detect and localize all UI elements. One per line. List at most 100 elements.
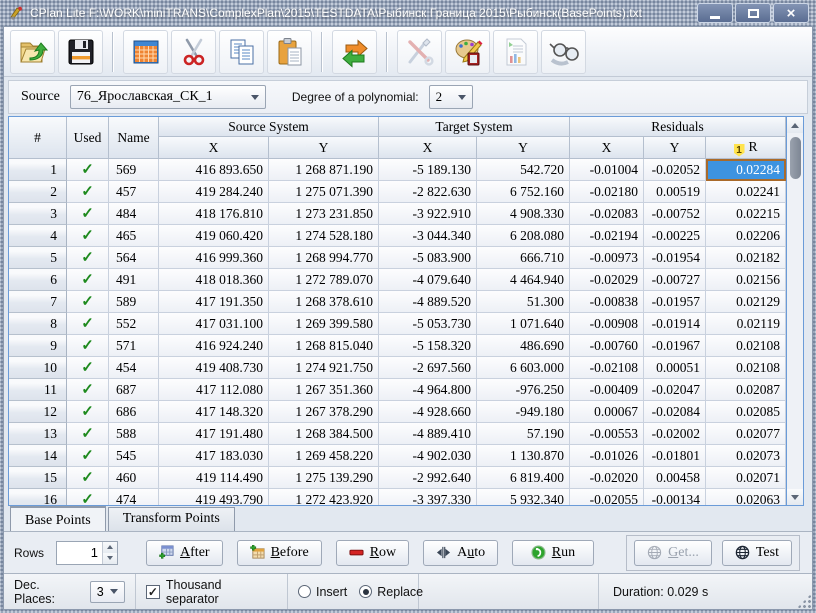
cell-sy[interactable]: 1 268 378.610	[269, 291, 379, 313]
cell-name[interactable]: 460	[109, 467, 159, 489]
cell-name[interactable]: 545	[109, 445, 159, 467]
cell-sy[interactable]: 1 275 139.290	[269, 467, 379, 489]
col-header-source-y[interactable]: Y	[269, 137, 379, 159]
cell-tx[interactable]: -4 964.800	[379, 379, 477, 401]
get-button[interactable]: Get...	[634, 540, 712, 566]
copy-button[interactable]	[219, 30, 264, 74]
insert-before-button[interactable]: Before	[237, 540, 322, 566]
rows-increment-button[interactable]	[103, 542, 117, 553]
table-row[interactable]: 13✓588417 191.4801 268 384.500-4 889.410…	[9, 423, 786, 445]
table-row[interactable]: 14✓545417 183.0301 269 458.220-4 902.030…	[9, 445, 786, 467]
used-check-cell[interactable]: ✓	[67, 357, 109, 379]
cell-sy[interactable]: 1 275 071.390	[269, 181, 379, 203]
cell-name[interactable]: 491	[109, 269, 159, 291]
used-check-cell[interactable]: ✓	[67, 489, 109, 506]
cell-name[interactable]: 569	[109, 159, 159, 181]
open-button[interactable]	[10, 30, 55, 74]
table-row[interactable]: 8✓552417 031.1001 269 399.580-5 053.7301…	[9, 313, 786, 335]
table-row[interactable]: 7✓589417 191.3501 268 378.610-4 889.5205…	[9, 291, 786, 313]
cell-num[interactable]: 16	[9, 489, 67, 506]
used-check-cell[interactable]: ✓	[67, 203, 109, 225]
cell-ry[interactable]: 0.00051	[644, 357, 706, 379]
used-check-cell[interactable]: ✓	[67, 247, 109, 269]
cell-name[interactable]: 687	[109, 379, 159, 401]
cell-rx[interactable]: -0.00973	[570, 247, 644, 269]
cell-name[interactable]: 457	[109, 181, 159, 203]
glasses-button[interactable]	[541, 30, 586, 74]
cell-ty[interactable]: 486.690	[477, 335, 570, 357]
cell-sx[interactable]: 417 191.480	[159, 423, 269, 445]
save-button[interactable]	[58, 30, 103, 74]
cell-name[interactable]: 564	[109, 247, 159, 269]
cell-sx[interactable]: 417 183.030	[159, 445, 269, 467]
table-button[interactable]	[123, 30, 168, 74]
cell-sx[interactable]: 417 031.100	[159, 313, 269, 335]
cell-name[interactable]: 571	[109, 335, 159, 357]
cell-r[interactable]: 0.02206	[706, 225, 786, 247]
cell-r[interactable]: 0.02085	[706, 401, 786, 423]
cell-rx[interactable]: -0.00553	[570, 423, 644, 445]
col-header-name[interactable]: Name	[109, 117, 159, 159]
auto-button[interactable]: Auto	[423, 540, 498, 566]
used-check-cell[interactable]: ✓	[67, 445, 109, 467]
used-check-cell[interactable]: ✓	[67, 423, 109, 445]
cell-sx[interactable]: 419 493.790	[159, 489, 269, 506]
tab-transform-points[interactable]: Transform Points	[108, 507, 235, 531]
table-row[interactable]: 15✓460419 114.4901 275 139.290-2 992.640…	[9, 467, 786, 489]
cell-ry[interactable]: -0.01957	[644, 291, 706, 313]
cell-tx[interactable]: -3 922.910	[379, 203, 477, 225]
cell-sy[interactable]: 1 274 921.750	[269, 357, 379, 379]
cell-name[interactable]: 484	[109, 203, 159, 225]
used-check-cell[interactable]: ✓	[67, 313, 109, 335]
cell-sx[interactable]: 416 999.360	[159, 247, 269, 269]
cell-rx[interactable]: -0.02108	[570, 357, 644, 379]
col-header-used[interactable]: Used	[67, 117, 109, 159]
cell-name[interactable]: 465	[109, 225, 159, 247]
cell-name[interactable]: 589	[109, 291, 159, 313]
cell-rx[interactable]: -0.02020	[570, 467, 644, 489]
cell-name[interactable]: 552	[109, 313, 159, 335]
thousand-separator-checkbox[interactable]: ✓	[146, 585, 160, 599]
cell-tx[interactable]: -4 079.640	[379, 269, 477, 291]
cell-sx[interactable]: 419 408.730	[159, 357, 269, 379]
run-button[interactable]: Run	[512, 540, 594, 566]
replace-radio[interactable]	[359, 585, 372, 598]
cell-ty[interactable]: 6 752.160	[477, 181, 570, 203]
cell-tx[interactable]: -3 397.330	[379, 489, 477, 506]
minimize-button[interactable]	[697, 3, 733, 23]
col-header-target-x[interactable]: X	[379, 137, 477, 159]
used-check-cell[interactable]: ✓	[67, 159, 109, 181]
cell-ry[interactable]: 0.00458	[644, 467, 706, 489]
cell-tx[interactable]: -4 889.520	[379, 291, 477, 313]
cell-num[interactable]: 8	[9, 313, 67, 335]
col-header-resid-x[interactable]: X	[570, 137, 644, 159]
cell-sx[interactable]: 418 018.360	[159, 269, 269, 291]
cell-sy[interactable]: 1 269 458.220	[269, 445, 379, 467]
cell-ry[interactable]: -0.00134	[644, 489, 706, 506]
cell-sx[interactable]: 419 284.240	[159, 181, 269, 203]
cell-r[interactable]: 0.02073	[706, 445, 786, 467]
cell-rx[interactable]: -0.02083	[570, 203, 644, 225]
cell-tx[interactable]: -5 083.900	[379, 247, 477, 269]
cell-r[interactable]: 0.02071	[706, 467, 786, 489]
cell-rx[interactable]: -0.00760	[570, 335, 644, 357]
cell-num[interactable]: 7	[9, 291, 67, 313]
cut-button[interactable]	[171, 30, 216, 74]
cell-tx[interactable]: -2 697.560	[379, 357, 477, 379]
cell-r[interactable]: 0.02063	[706, 489, 786, 506]
cell-rx[interactable]: -0.01026	[570, 445, 644, 467]
cell-tx[interactable]: -3 044.340	[379, 225, 477, 247]
cell-ry[interactable]: -0.01954	[644, 247, 706, 269]
cell-num[interactable]: 9	[9, 335, 67, 357]
row-button[interactable]: Row	[336, 540, 409, 566]
cell-rx[interactable]: -0.00409	[570, 379, 644, 401]
table-row[interactable]: 5✓564416 999.3601 268 994.770-5 083.9006…	[9, 247, 786, 269]
col-header-resid-r[interactable]: 1R	[706, 137, 786, 159]
used-check-cell[interactable]: ✓	[67, 379, 109, 401]
cell-num[interactable]: 11	[9, 379, 67, 401]
swap-button[interactable]	[332, 30, 377, 74]
table-row[interactable]: 6✓491418 018.3601 272 789.070-4 079.6404…	[9, 269, 786, 291]
cell-r[interactable]: 0.02241	[706, 181, 786, 203]
cell-ry[interactable]: -0.02052	[644, 159, 706, 181]
cell-tx[interactable]: -5 158.320	[379, 335, 477, 357]
